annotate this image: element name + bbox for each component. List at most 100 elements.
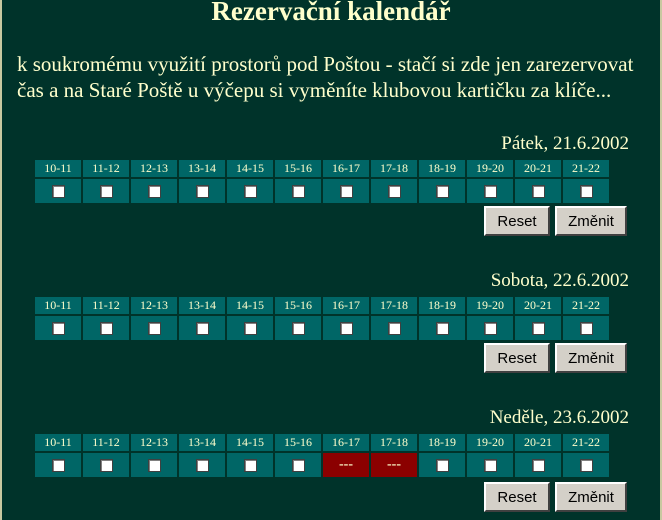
slot-checkbox[interactable]: [435, 184, 449, 198]
hour-label: 21-22: [563, 297, 609, 314]
reserved-slot: ---: [323, 453, 369, 477]
slot-checkbox[interactable]: [99, 184, 113, 198]
slot-checkbox[interactable]: [51, 184, 65, 198]
hour-label: 10-11: [35, 434, 81, 451]
slot-cell: [227, 316, 273, 340]
slot-checkbox[interactable]: [243, 321, 257, 335]
hour-label: 12-13: [131, 297, 177, 314]
slot-checkbox[interactable]: [147, 321, 161, 335]
slot-cell: [179, 453, 225, 477]
hour-label: 16-17: [323, 297, 369, 314]
submit-button[interactable]: Změnit: [555, 343, 627, 373]
slot-cell: [563, 179, 609, 203]
hour-label: 16-17: [323, 434, 369, 451]
hour-label: 20-21: [515, 160, 561, 177]
frame-border-left: [0, 0, 2, 520]
slot-cell: [515, 179, 561, 203]
slot-checkbox[interactable]: [195, 321, 209, 335]
slot-checkbox[interactable]: [483, 184, 497, 198]
slot-checkbox[interactable]: [243, 184, 257, 198]
hour-label: 13-14: [179, 297, 225, 314]
slot-checkbox[interactable]: [531, 184, 545, 198]
slot-checkbox[interactable]: [51, 321, 65, 335]
hour-label: 14-15: [227, 160, 273, 177]
slot-checkbox[interactable]: [147, 184, 161, 198]
hour-label: 13-14: [179, 160, 225, 177]
slot-checkbox[interactable]: [243, 458, 257, 472]
slot-cell: [35, 316, 81, 340]
slot-checkbox[interactable]: [579, 184, 593, 198]
slot-checkbox[interactable]: [579, 458, 593, 472]
submit-button[interactable]: Změnit: [555, 206, 627, 236]
slot-cell: [131, 179, 177, 203]
slot-checkbox[interactable]: [291, 184, 305, 198]
hour-label: 19-20: [467, 297, 513, 314]
hour-label: 16-17: [323, 160, 369, 177]
slot-cell: [83, 453, 129, 477]
time-slot-grid: 10-11 11-12 12-13 13-14 14-15 15-16 16-17 17-18…: [33, 295, 611, 342]
reset-button[interactable]: Reset: [484, 343, 550, 373]
slot-checkbox[interactable]: [339, 184, 353, 198]
slot-cell: [227, 453, 273, 477]
hour-label: 14-15: [227, 297, 273, 314]
slot-cell: [371, 316, 417, 340]
hour-label: 15-16: [275, 160, 321, 177]
slot-checkbox[interactable]: [387, 321, 401, 335]
reset-button[interactable]: Reset: [484, 482, 550, 512]
slot-cell: [227, 179, 273, 203]
intro-text: k soukromému využití prostorů pod Poštou…: [17, 52, 634, 102]
day-date: Sobota, 22.6.2002: [490, 270, 629, 291]
slot-checkbox[interactable]: [195, 184, 209, 198]
submit-button[interactable]: Změnit: [555, 482, 627, 512]
hour-label: 11-12: [83, 434, 129, 451]
slot-cell: [515, 316, 561, 340]
hour-label: 10-11: [35, 160, 81, 177]
hour-label: 19-20: [467, 434, 513, 451]
slot-cell: [323, 316, 369, 340]
slot-checkbox[interactable]: [531, 458, 545, 472]
slot-checkbox[interactable]: [147, 458, 161, 472]
slot-checkbox[interactable]: [435, 458, 449, 472]
slot-cell: [35, 453, 81, 477]
hour-label: 19-20: [467, 160, 513, 177]
hour-label: 17-18: [371, 160, 417, 177]
hour-label: 10-11: [35, 297, 81, 314]
hour-label: 13-14: [179, 434, 225, 451]
slot-checkbox[interactable]: [483, 458, 497, 472]
slot-checkbox[interactable]: [435, 321, 449, 335]
slot-cell: [467, 316, 513, 340]
slot-cell: [419, 316, 465, 340]
slot-cell: [419, 179, 465, 203]
slot-checkbox[interactable]: [531, 321, 545, 335]
slot-checkbox[interactable]: [291, 321, 305, 335]
hour-label: 21-22: [563, 434, 609, 451]
slot-cell: [83, 316, 129, 340]
slot-checkbox[interactable]: [51, 458, 65, 472]
slot-cell: [275, 453, 321, 477]
hour-label: 18-19: [419, 297, 465, 314]
slot-checkbox[interactable]: [579, 321, 593, 335]
slot-cell: [563, 316, 609, 340]
slot-checkbox[interactable]: [483, 321, 497, 335]
slot-cell: [83, 179, 129, 203]
slot-checkbox[interactable]: [291, 458, 305, 472]
hour-label: 12-13: [131, 160, 177, 177]
reset-button[interactable]: Reset: [484, 206, 550, 236]
hour-label: 21-22: [563, 160, 609, 177]
hour-label: 12-13: [131, 434, 177, 451]
hour-label: 17-18: [371, 434, 417, 451]
hour-label: 15-16: [275, 434, 321, 451]
slot-cell: [371, 179, 417, 203]
slot-checkbox[interactable]: [99, 321, 113, 335]
reserved-slot: ---: [371, 453, 417, 477]
slot-cell: [131, 316, 177, 340]
slot-cell: [131, 453, 177, 477]
slot-checkbox[interactable]: [339, 321, 353, 335]
hour-label: 17-18: [371, 297, 417, 314]
slot-checkbox[interactable]: [195, 458, 209, 472]
slot-checkbox[interactable]: [99, 458, 113, 472]
slot-cell: [563, 453, 609, 477]
hour-label: 11-12: [83, 160, 129, 177]
slot-checkbox[interactable]: [387, 184, 401, 198]
day-date: Pátek, 21.6.2002: [501, 133, 629, 154]
